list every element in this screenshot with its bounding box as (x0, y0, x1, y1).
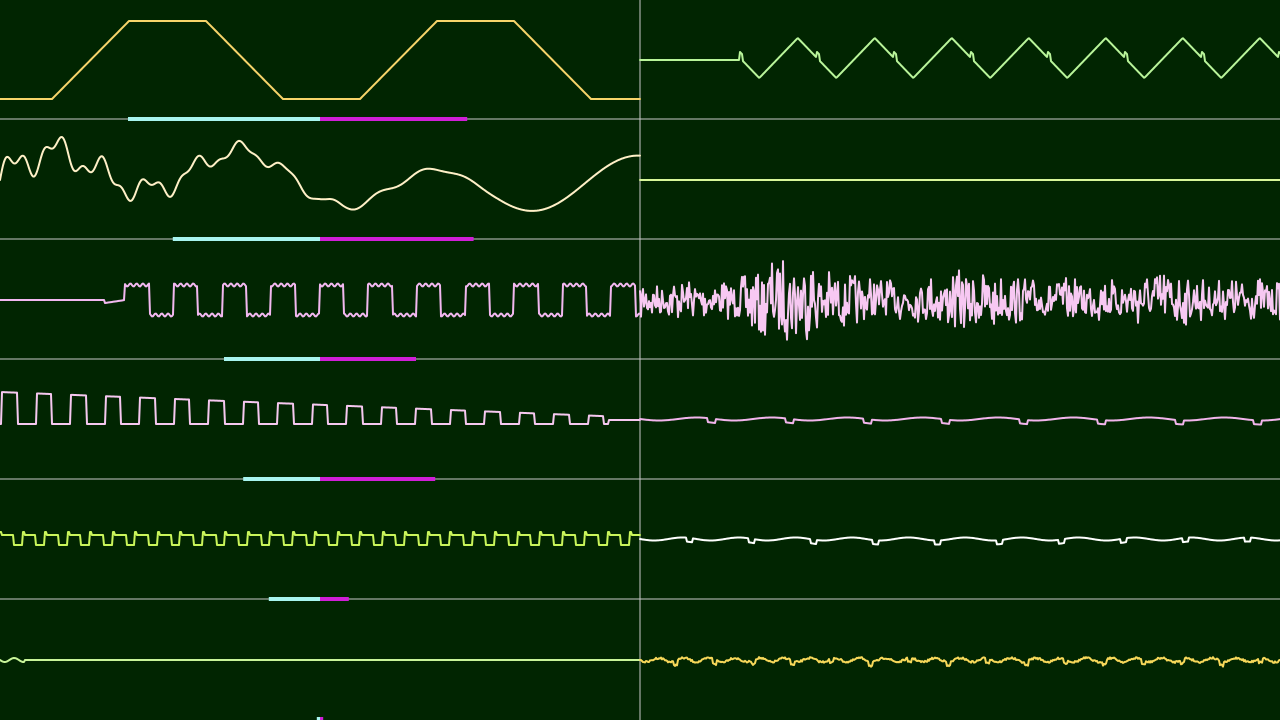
oscilloscope-view (0, 0, 1280, 720)
meter-left-ch2-left (172, 237, 320, 241)
meter-left-ch1-left (128, 117, 320, 121)
meter-right-ch5-left (320, 597, 349, 601)
meter-right-ch3-left (320, 357, 416, 361)
meter-left-ch5-left (268, 597, 320, 601)
meter-left-ch3-left (224, 357, 320, 361)
meter-right-ch4-left (320, 477, 436, 481)
meter-right-ch1-left (320, 117, 468, 121)
meter-left-ch4-left (243, 477, 320, 481)
meter-right-ch2-left (320, 237, 474, 241)
